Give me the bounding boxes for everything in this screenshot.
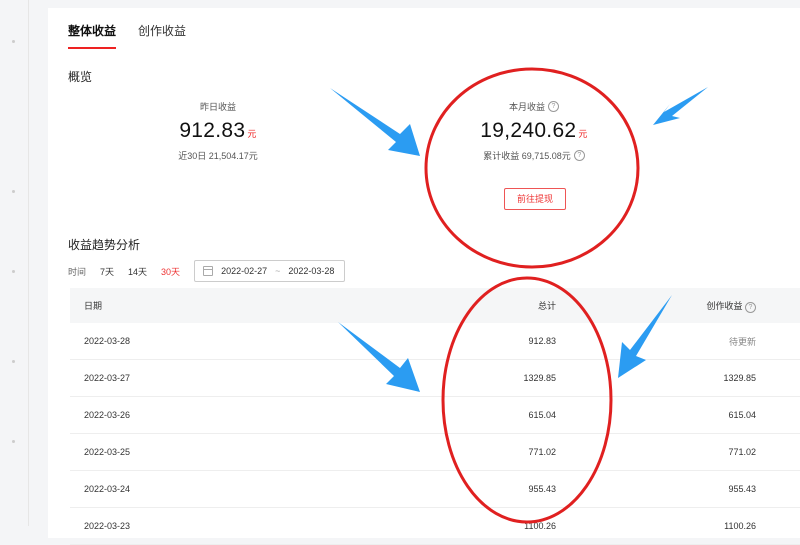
column-header-creation-label: 创作收益	[706, 300, 743, 311]
withdraw-button[interactable]: 前往提现	[504, 188, 566, 210]
yesterday-label: 昨日收益	[199, 102, 236, 112]
date-range-picker[interactable]: 2022-02-27 ~ 2022-03-28	[194, 260, 346, 282]
table-row: 2022-03-26 615.04 615.04	[70, 396, 800, 434]
table-header-row: 日期 总计 创作收益 ?	[70, 288, 800, 323]
yesterday-earnings-card: 昨日收益 912.83 元 近30日 21,504.17元	[128, 100, 308, 162]
row-date: 2022-03-24	[70, 470, 385, 508]
month-value: 19,240.62	[480, 119, 577, 142]
row-date: 2022-03-28	[70, 323, 385, 360]
yesterday-value: 912.83	[179, 119, 246, 142]
earnings-table: 日期 总计 创作收益 ? 2022-03-28 912.83 待更新 2022-…	[70, 288, 800, 545]
table-row: 2022-03-23 1100.26 1100.26	[70, 507, 800, 545]
table-row: 2022-03-28 912.83 待更新	[70, 323, 800, 360]
last-30-days-total: 近30日 21,504.17元	[178, 151, 258, 161]
sidebar-marker	[12, 440, 15, 443]
row-date: 2022-03-23	[70, 507, 385, 545]
column-header-date: 日期	[70, 288, 385, 323]
row-total: 771.02	[385, 433, 556, 471]
end-date: 2022-03-28	[288, 266, 335, 276]
tab-overall-earnings[interactable]: 整体收益	[68, 22, 117, 49]
sidebar-marker	[12, 40, 15, 43]
row-total: 955.43	[385, 470, 556, 508]
row-total: 1329.85	[385, 359, 556, 397]
question-circle-icon[interactable]: ?	[745, 301, 756, 313]
column-header-creation: 创作收益 ?	[556, 288, 800, 323]
start-date: 2022-02-27	[221, 266, 268, 276]
row-total: 615.04	[385, 396, 556, 434]
question-circle-icon[interactable]: ?	[573, 150, 585, 161]
row-date: 2022-03-26	[70, 396, 385, 434]
row-creation: 771.02	[556, 433, 800, 471]
earnings-panel: 整体收益 创作收益 概览 昨日收益 912.83 元 近30日 21,504.17…	[48, 8, 800, 545]
earnings-tabs: 整体收益 创作收益	[68, 22, 186, 49]
table-row: 2022-03-27 1329.85 1329.85	[70, 359, 800, 397]
range-14-days[interactable]: 14天	[128, 265, 147, 278]
yesterday-unit: 元	[247, 129, 257, 139]
range-7-days[interactable]: 7天	[100, 265, 114, 278]
question-circle-icon[interactable]: ?	[548, 101, 559, 112]
row-date: 2022-03-25	[70, 433, 385, 471]
trend-filters: 时间 7天 14天 30天 2022-02-27 ~ 2022-03-28	[68, 260, 346, 282]
sidebar-marker	[12, 270, 15, 273]
row-creation: 1329.85	[556, 359, 800, 397]
row-creation: 1100.26	[556, 507, 800, 545]
sidebar-marker	[12, 360, 15, 363]
table-row: 2022-03-25 771.02 771.02	[70, 433, 800, 471]
row-creation: 955.43	[556, 470, 800, 508]
tab-creation-earnings[interactable]: 创作收益	[138, 22, 186, 49]
calendar-icon	[203, 266, 214, 276]
month-unit: 元	[578, 129, 588, 139]
row-date: 2022-03-27	[70, 359, 385, 397]
cumulative-earnings: 累计收益 69,715.08元	[483, 151, 571, 161]
row-total: 1100.26	[385, 507, 556, 545]
row-total: 912.83	[385, 323, 556, 360]
table-row: 2022-03-24 955.43 955.43	[70, 470, 800, 508]
column-header-total: 总计	[385, 288, 556, 323]
row-creation: 待更新	[556, 323, 800, 360]
monthly-earnings-card: 本月收益? 19,240.62 元 累计收益 69,715.08元?	[444, 100, 624, 162]
row-creation: 615.04	[556, 396, 800, 434]
trend-title: 收益趋势分析	[68, 238, 141, 252]
date-separator: ~	[275, 266, 281, 276]
range-30-days[interactable]: 30天	[161, 265, 180, 278]
time-label: 时间	[68, 266, 87, 277]
sidebar-marker	[12, 190, 15, 193]
overview-title: 概览	[68, 70, 93, 84]
month-label: 本月收益	[508, 102, 545, 112]
left-sidebar	[0, 0, 29, 526]
